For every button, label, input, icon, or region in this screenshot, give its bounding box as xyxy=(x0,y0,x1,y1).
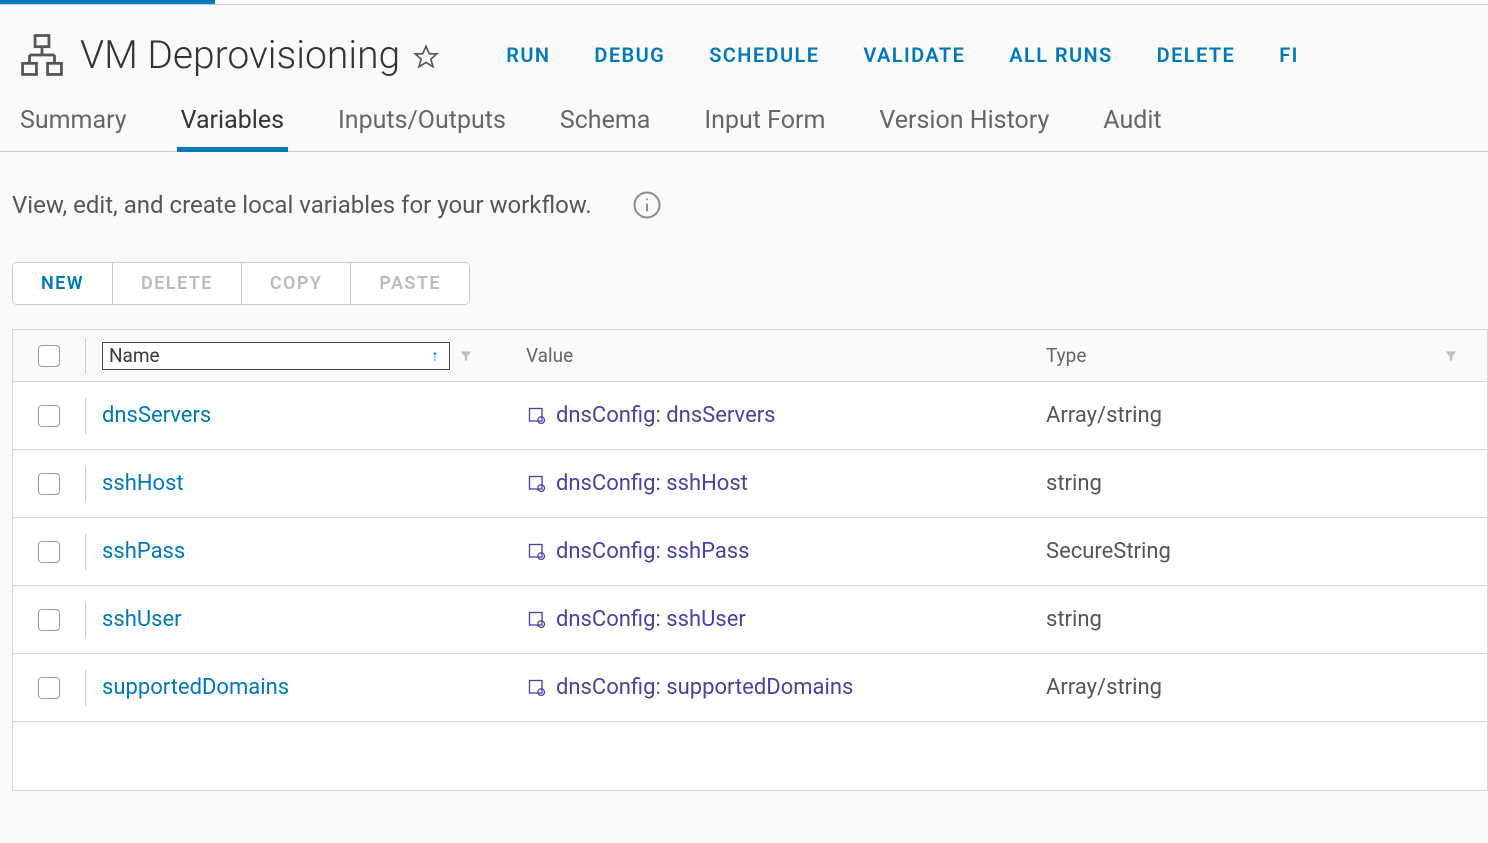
grid-empty-row xyxy=(13,722,1487,790)
table-row: sshHost dnsConfig: sshHost string xyxy=(13,450,1487,518)
variable-name-link[interactable]: sshUser xyxy=(102,607,182,632)
variable-type: SecureString xyxy=(1046,539,1171,564)
variable-toolbar: NEW DELETE COPY PASTE xyxy=(12,262,470,305)
config-value-text: dnsConfig: dnsServers xyxy=(556,403,776,428)
sort-ascending-icon: ↑ xyxy=(431,346,439,366)
grid-header-row: Name ↑ Value Type xyxy=(13,330,1487,382)
row-checkbox[interactable] xyxy=(38,677,60,699)
variable-name-link[interactable]: sshHost xyxy=(102,471,184,496)
description-row: View, edit, and create local variables f… xyxy=(0,152,1488,220)
column-separator xyxy=(85,338,86,374)
top-divider xyxy=(0,4,1488,5)
column-separator xyxy=(85,602,86,638)
config-element-icon xyxy=(526,677,548,699)
column-separator xyxy=(85,534,86,570)
column-header-name-sort[interactable]: Name ↑ xyxy=(102,342,450,370)
action-debug[interactable]: DEBUG xyxy=(594,43,665,67)
description-text: View, edit, and create local variables f… xyxy=(12,191,592,219)
config-value-link[interactable]: dnsConfig: supportedDomains xyxy=(526,675,853,700)
config-value-text: dnsConfig: sshPass xyxy=(556,539,750,564)
config-value-link[interactable]: dnsConfig: dnsServers xyxy=(526,403,776,428)
variable-name-link[interactable]: sshPass xyxy=(102,539,185,564)
table-row: dnsServers dnsConfig: dnsServers Array/s… xyxy=(13,382,1487,450)
tab-bar: Summary Variables Inputs/Outputs Schema … xyxy=(0,80,1488,152)
info-icon[interactable] xyxy=(632,190,662,220)
config-value-text: dnsConfig: sshHost xyxy=(556,471,748,496)
column-separator xyxy=(85,466,86,502)
column-separator xyxy=(85,670,86,706)
config-value-link[interactable]: dnsConfig: sshUser xyxy=(526,607,746,632)
config-element-icon xyxy=(526,405,548,427)
row-checkbox[interactable] xyxy=(38,609,60,631)
select-all-checkbox[interactable] xyxy=(38,345,60,367)
filter-icon[interactable] xyxy=(458,348,474,364)
config-value-text: dnsConfig: sshUser xyxy=(556,607,746,632)
workflow-icon xyxy=(16,30,68,80)
action-validate[interactable]: VALIDATE xyxy=(863,43,965,67)
table-row: sshUser dnsConfig: sshUser string xyxy=(13,586,1487,654)
tab-input-form[interactable]: Input Form xyxy=(704,106,825,151)
page-title: VM Deprovisioning xyxy=(80,32,400,78)
column-separator xyxy=(85,398,86,434)
copy-button: COPY xyxy=(242,263,352,304)
paste-button: PASTE xyxy=(351,263,469,304)
row-checkbox[interactable] xyxy=(38,473,60,495)
column-header-type[interactable]: Type xyxy=(1046,344,1086,367)
config-element-icon xyxy=(526,473,548,495)
config-value-link[interactable]: dnsConfig: sshPass xyxy=(526,539,750,564)
variables-grid: Name ↑ Value Type dnsServers xyxy=(12,329,1488,791)
config-element-icon xyxy=(526,609,548,631)
variable-type: Array/string xyxy=(1046,675,1162,700)
tab-audit[interactable]: Audit xyxy=(1103,106,1161,151)
config-value-text: dnsConfig: supportedDomains xyxy=(556,675,853,700)
action-delete[interactable]: DELETE xyxy=(1157,43,1236,67)
config-element-icon xyxy=(526,541,548,563)
table-row: supportedDomains dnsConfig: supportedDom… xyxy=(13,654,1487,722)
tab-inputs-outputs[interactable]: Inputs/Outputs xyxy=(338,106,506,151)
tab-variables[interactable]: Variables xyxy=(181,106,284,151)
tab-schema[interactable]: Schema xyxy=(560,106,650,151)
tab-summary[interactable]: Summary xyxy=(20,106,127,151)
delete-button: DELETE xyxy=(113,263,242,304)
action-schedule[interactable]: SCHEDULE xyxy=(709,43,819,67)
variable-type: string xyxy=(1046,471,1102,496)
action-fi-truncated[interactable]: FI xyxy=(1279,43,1299,67)
action-run[interactable]: RUN xyxy=(506,43,550,67)
variable-type: Array/string xyxy=(1046,403,1162,428)
new-button[interactable]: NEW xyxy=(13,263,113,304)
variable-type: string xyxy=(1046,607,1102,632)
row-checkbox[interactable] xyxy=(38,405,60,427)
variable-name-link[interactable]: supportedDomains xyxy=(102,675,289,700)
filter-icon[interactable] xyxy=(1443,348,1459,364)
tab-version-history[interactable]: Version History xyxy=(879,106,1049,151)
page-header: VM Deprovisioning RUN DEBUG SCHEDULE VAL… xyxy=(0,0,1488,80)
config-value-link[interactable]: dnsConfig: sshHost xyxy=(526,471,748,496)
row-checkbox[interactable] xyxy=(38,541,60,563)
column-header-value[interactable]: Value xyxy=(526,344,573,367)
table-row: sshPass dnsConfig: sshPass SecureString xyxy=(13,518,1487,586)
variable-name-link[interactable]: dnsServers xyxy=(102,403,211,428)
column-header-name-label: Name xyxy=(109,344,160,367)
action-all-runs[interactable]: ALL RUNS xyxy=(1009,43,1112,67)
action-bar: RUN DEBUG SCHEDULE VALIDATE ALL RUNS DEL… xyxy=(506,43,1299,67)
favorite-star-icon[interactable] xyxy=(412,43,440,71)
